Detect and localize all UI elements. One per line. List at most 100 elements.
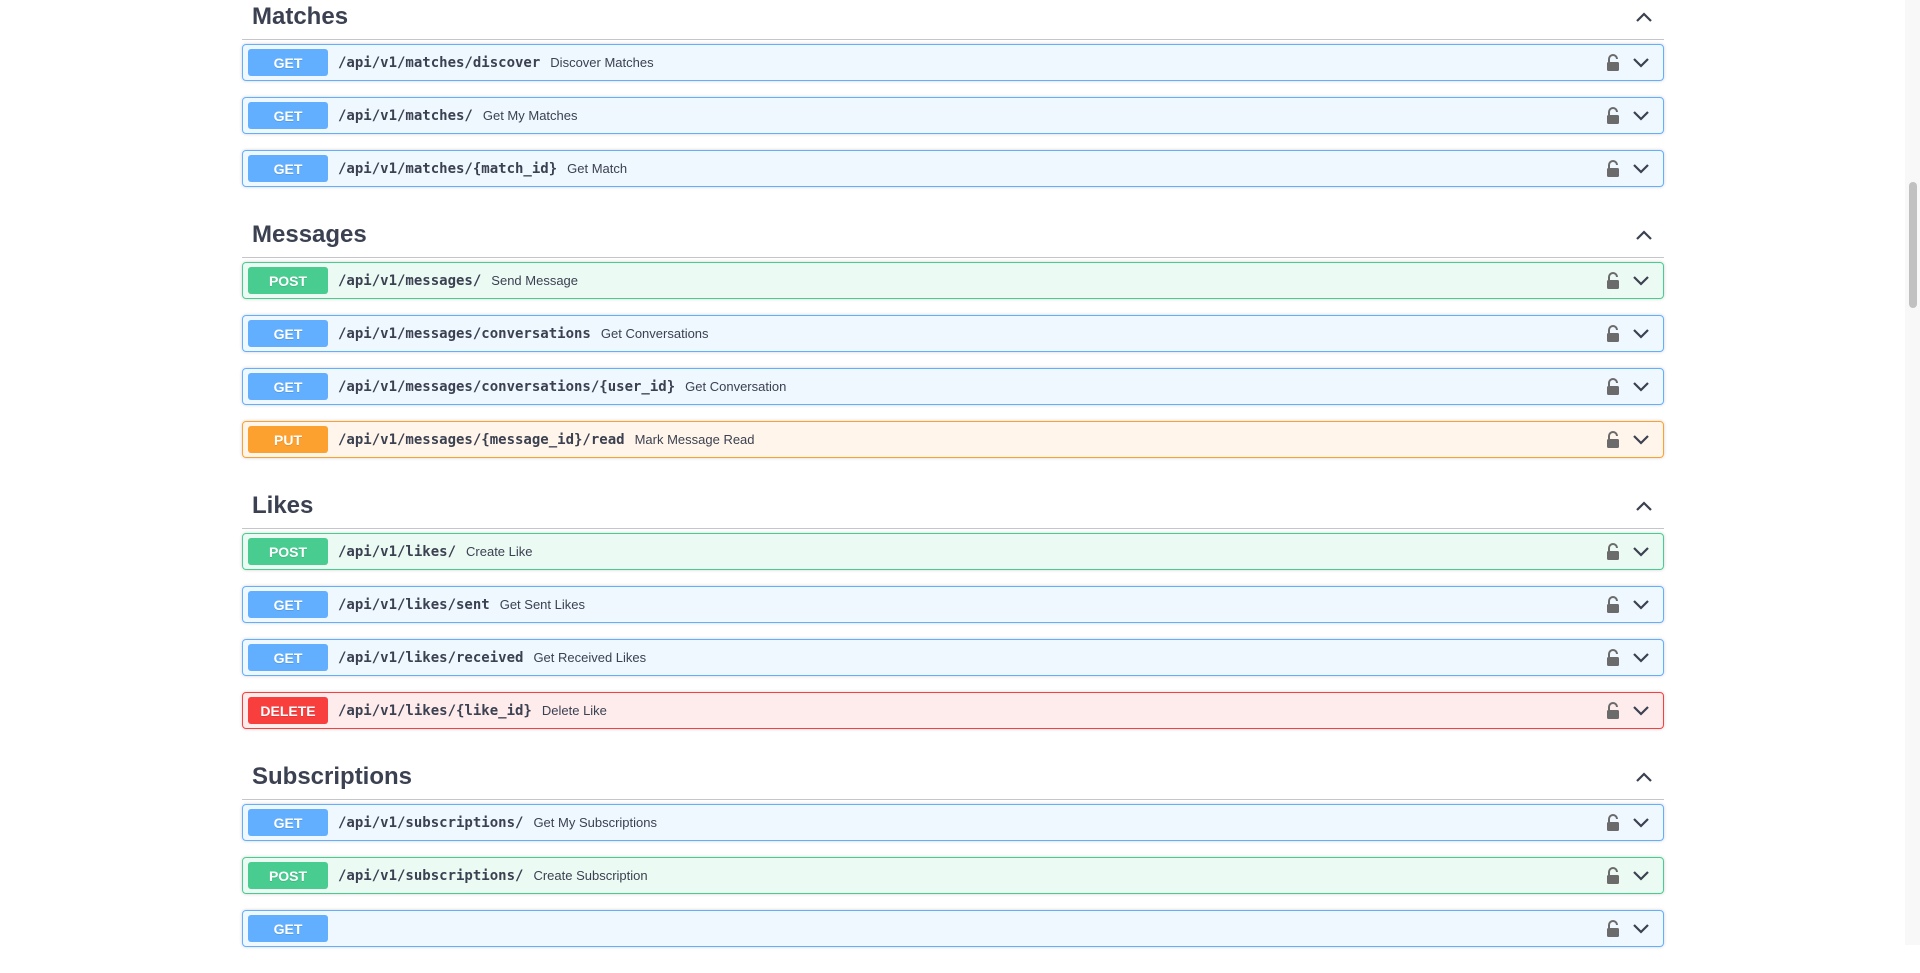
operation-row[interactable]: GET/api/v1/messages/conversations Get Con…	[242, 315, 1664, 352]
chevron-down-icon[interactable]	[1630, 429, 1652, 451]
method-badge: POST	[248, 862, 328, 889]
section-header[interactable]: Matches	[242, 0, 1664, 40]
method-badge: GET	[248, 49, 328, 76]
operation-path: /api/v1/subscriptions/	[338, 814, 524, 831]
operation-summary: Get My Subscriptions	[533, 815, 657, 830]
operation-row[interactable]: PUT/api/v1/messages/{message_id}/read Mar…	[242, 421, 1664, 458]
operation-summary: Create Subscription	[533, 868, 648, 883]
operation-row[interactable]: GET	[242, 910, 1664, 947]
chevron-up-icon[interactable]	[1634, 496, 1654, 516]
chevron-down-icon[interactable]	[1630, 647, 1652, 669]
operation-summary: Get Conversation	[685, 379, 787, 394]
operation-summary: Get Received Likes	[533, 650, 647, 665]
section-header[interactable]: Messages	[242, 213, 1664, 258]
operation-path: /api/v1/messages/conversations	[338, 325, 591, 342]
section-title: Messages	[252, 221, 367, 248]
method-badge: DELETE	[248, 697, 328, 724]
operation-path: /api/v1/messages/{message_id}/read	[338, 431, 625, 448]
chevron-down-icon[interactable]	[1630, 700, 1652, 722]
method-badge: GET	[248, 644, 328, 671]
chevron-down-icon[interactable]	[1630, 52, 1652, 74]
method-badge: GET	[248, 320, 328, 347]
chevron-down-icon[interactable]	[1630, 812, 1652, 834]
scrollbar[interactable]	[1905, 0, 1920, 945]
method-badge: PUT	[248, 426, 328, 453]
section-messages: Messages POST/api/v1/messages/Send Messag…	[242, 213, 1664, 458]
operation-row[interactable]: GET/api/v1/matches/Get My Matches	[242, 97, 1664, 134]
chevron-down-icon[interactable]	[1630, 594, 1652, 616]
unlocked-lock-icon[interactable]	[1602, 918, 1624, 940]
chevron-up-icon[interactable]	[1634, 767, 1654, 787]
operation-path: /api/v1/likes/sent	[338, 596, 490, 613]
chevron-down-icon[interactable]	[1630, 541, 1652, 563]
operation-row[interactable]: POST/api/v1/messages/Send Message	[242, 262, 1664, 299]
operation-path: /api/v1/messages/	[338, 272, 482, 289]
operation-path: /api/v1/matches/discover	[338, 54, 541, 71]
section-subscriptions: Subscriptions GET/api/v1/subscriptions/Ge…	[242, 755, 1664, 947]
operation-path: /api/v1/likes/received	[338, 649, 524, 666]
chevron-down-icon[interactable]	[1630, 865, 1652, 887]
chevron-down-icon[interactable]	[1630, 105, 1652, 127]
unlocked-lock-icon[interactable]	[1602, 541, 1624, 563]
scrollbar-thumb[interactable]	[1909, 182, 1917, 308]
operation-summary: Delete Like	[541, 703, 607, 718]
operation-summary: Get Match	[567, 161, 628, 176]
chevron-down-icon[interactable]	[1630, 323, 1652, 345]
operation-summary: Create Like	[466, 544, 533, 559]
operation-row[interactable]: POST/api/v1/subscriptions/Create Subscri…	[242, 857, 1664, 894]
operation-row[interactable]: POST/api/v1/likes/Create Like	[242, 533, 1664, 570]
operation-path: /api/v1/matches/{match_id}	[338, 160, 558, 177]
method-badge: GET	[248, 809, 328, 836]
chevron-down-icon[interactable]	[1630, 270, 1652, 292]
method-badge: GET	[248, 915, 328, 942]
operations-container: Matches GET/api/v1/matches/discover Discov…	[242, 0, 1664, 973]
unlocked-lock-icon[interactable]	[1602, 429, 1624, 451]
operation-row[interactable]: GET/api/v1/matches/discover Discover Matc…	[242, 44, 1664, 81]
section-title: Likes	[252, 492, 314, 519]
unlocked-lock-icon[interactable]	[1602, 376, 1624, 398]
section-header[interactable]: Subscriptions	[242, 755, 1664, 800]
unlocked-lock-icon[interactable]	[1602, 323, 1624, 345]
method-badge: POST	[248, 538, 328, 565]
operation-summary: Mark Message Read	[634, 432, 755, 447]
operation-row[interactable]: GET/api/v1/likes/received Get Received Li…	[242, 639, 1664, 676]
unlocked-lock-icon[interactable]	[1602, 52, 1624, 74]
section-header[interactable]: Likes	[242, 484, 1664, 529]
unlocked-lock-icon[interactable]	[1602, 647, 1624, 669]
method-badge: GET	[248, 373, 328, 400]
operation-row[interactable]: GET/api/v1/messages/conversations/{user_…	[242, 368, 1664, 405]
section-title: Subscriptions	[252, 763, 413, 790]
section-likes: Likes POST/api/v1/likes/Create Like GET/ap…	[242, 484, 1664, 729]
operation-path: /api/v1/likes/	[338, 543, 457, 560]
operation-path: /api/v1/messages/conversations/{user_id}	[338, 378, 676, 395]
section-title: Matches	[252, 3, 349, 30]
method-badge: GET	[248, 155, 328, 182]
unlocked-lock-icon[interactable]	[1602, 594, 1624, 616]
operation-row[interactable]: DELETE/api/v1/likes/{like_id} Delete Like	[242, 692, 1664, 729]
operation-row[interactable]: GET/api/v1/matches/{match_id} Get Match	[242, 150, 1664, 187]
chevron-up-icon[interactable]	[1634, 225, 1654, 245]
unlocked-lock-icon[interactable]	[1602, 270, 1624, 292]
operation-row[interactable]: GET/api/v1/subscriptions/Get My Subscrip…	[242, 804, 1664, 841]
operation-path: /api/v1/matches/	[338, 107, 473, 124]
unlocked-lock-icon[interactable]	[1602, 158, 1624, 180]
unlocked-lock-icon[interactable]	[1602, 865, 1624, 887]
operation-path: /api/v1/subscriptions/	[338, 867, 524, 884]
unlocked-lock-icon[interactable]	[1602, 700, 1624, 722]
operation-summary: Get Sent Likes	[499, 597, 585, 612]
operation-row[interactable]: GET/api/v1/likes/sent Get Sent Likes	[242, 586, 1664, 623]
operation-summary: Get My Matches	[482, 108, 578, 123]
chevron-up-icon[interactable]	[1634, 7, 1654, 27]
chevron-down-icon[interactable]	[1630, 376, 1652, 398]
unlocked-lock-icon[interactable]	[1602, 105, 1624, 127]
operation-summary: Discover Matches	[550, 55, 654, 70]
method-badge: GET	[248, 591, 328, 618]
method-badge: POST	[248, 267, 328, 294]
operation-path: /api/v1/likes/{like_id}	[338, 702, 532, 719]
chevron-down-icon[interactable]	[1630, 158, 1652, 180]
operation-summary: Send Message	[491, 273, 579, 288]
chevron-down-icon[interactable]	[1630, 918, 1652, 940]
operation-summary: Get Conversations	[600, 326, 709, 341]
unlocked-lock-icon[interactable]	[1602, 812, 1624, 834]
method-badge: GET	[248, 102, 328, 129]
